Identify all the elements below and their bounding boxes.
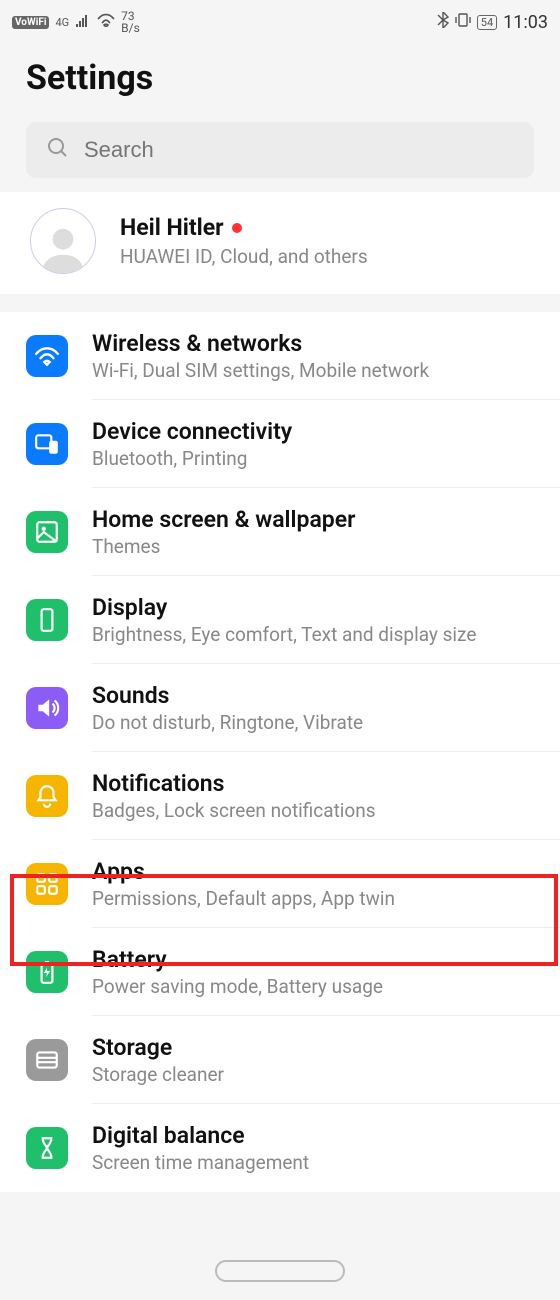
image-icon — [26, 511, 68, 553]
battery-indicator: 54 — [477, 15, 497, 30]
phone-icon — [26, 599, 68, 641]
profile-text: Heil Hitler HUAWEI ID, Cloud, and others — [120, 214, 542, 268]
item-subtitle: Do not disturb, Ringtone, Vibrate — [92, 711, 548, 734]
status-right: 54 11:03 — [437, 12, 548, 33]
item-battery[interactable]: Battery Power saving mode, Battery usage — [0, 928, 560, 1016]
bell-icon — [26, 775, 68, 817]
item-subtitle: Themes — [92, 535, 548, 558]
item-subtitle: Badges, Lock screen notifications — [92, 799, 548, 822]
item-subtitle: Screen time management — [92, 1151, 548, 1174]
item-subtitle: Power saving mode, Battery usage — [92, 975, 548, 998]
battery-icon — [26, 951, 68, 993]
wifi-icon — [26, 335, 68, 377]
signal-icon — [75, 13, 91, 31]
search-bar[interactable] — [26, 122, 534, 178]
item-home-wallpaper[interactable]: Home screen & wallpaper Themes — [0, 488, 560, 576]
item-title: Wireless & networks — [92, 330, 548, 357]
status-bar: VoWiFi 4G 73 B/s 54 11:03 — [0, 0, 560, 40]
vowifi-badge: VoWiFi — [12, 16, 49, 29]
item-title: Battery — [92, 946, 548, 973]
item-sounds[interactable]: Sounds Do not disturb, Ringtone, Vibrate — [0, 664, 560, 752]
vibrate-icon — [455, 13, 471, 31]
profile-subtitle: HUAWEI ID, Cloud, and others — [120, 245, 542, 268]
apps-icon — [26, 863, 68, 905]
item-title: Digital balance — [92, 1122, 548, 1149]
item-wireless[interactable]: Wireless & networks Wi-Fi, Dual SIM sett… — [0, 312, 560, 400]
profile-row[interactable]: Heil Hitler HUAWEI ID, Cloud, and others — [0, 192, 560, 294]
item-title: Storage — [92, 1034, 548, 1061]
item-title: Sounds — [92, 682, 548, 709]
gesture-nav-handle[interactable] — [215, 1260, 345, 1282]
profile-name: Heil Hitler — [120, 214, 542, 241]
item-title: Notifications — [92, 770, 548, 797]
item-digital-balance[interactable]: Digital balance Screen time management — [0, 1104, 560, 1192]
hourglass-icon — [26, 1127, 68, 1169]
item-subtitle: Permissions, Default apps, App twin — [92, 887, 548, 910]
item-title: Display — [92, 594, 548, 621]
sound-icon — [26, 687, 68, 729]
devices-icon — [26, 423, 68, 465]
search-icon — [46, 136, 70, 164]
item-title: Device connectivity — [92, 418, 548, 445]
avatar — [30, 208, 96, 274]
search-input[interactable] — [84, 137, 514, 163]
notification-dot-icon — [232, 223, 242, 233]
item-notifications[interactable]: Notifications Badges, Lock screen notifi… — [0, 752, 560, 840]
item-title: Apps — [92, 858, 548, 885]
network-type: 4G — [55, 16, 69, 29]
section-gap — [0, 294, 560, 312]
item-apps[interactable]: Apps Permissions, Default apps, App twin — [0, 840, 560, 928]
item-subtitle: Brightness, Eye comfort, Text and displa… — [92, 623, 548, 646]
network-speed: 73 B/s — [121, 10, 140, 34]
status-left: VoWiFi 4G 73 B/s — [12, 10, 140, 34]
storage-icon — [26, 1039, 68, 1081]
item-storage[interactable]: Storage Storage cleaner — [0, 1016, 560, 1104]
item-display[interactable]: Display Brightness, Eye comfort, Text an… — [0, 576, 560, 664]
item-subtitle: Storage cleaner — [92, 1063, 548, 1086]
item-title: Home screen & wallpaper — [92, 506, 548, 533]
settings-list: Wireless & networks Wi-Fi, Dual SIM sett… — [0, 312, 560, 1192]
item-subtitle: Wi-Fi, Dual SIM settings, Mobile network — [92, 359, 548, 382]
item-subtitle: Bluetooth, Printing — [92, 447, 548, 470]
bluetooth-icon — [437, 12, 449, 32]
wifi-icon — [97, 13, 115, 31]
item-device-connectivity[interactable]: Device connectivity Bluetooth, Printing — [0, 400, 560, 488]
page-title: Settings — [0, 40, 560, 122]
clock-time: 11:03 — [503, 12, 548, 33]
